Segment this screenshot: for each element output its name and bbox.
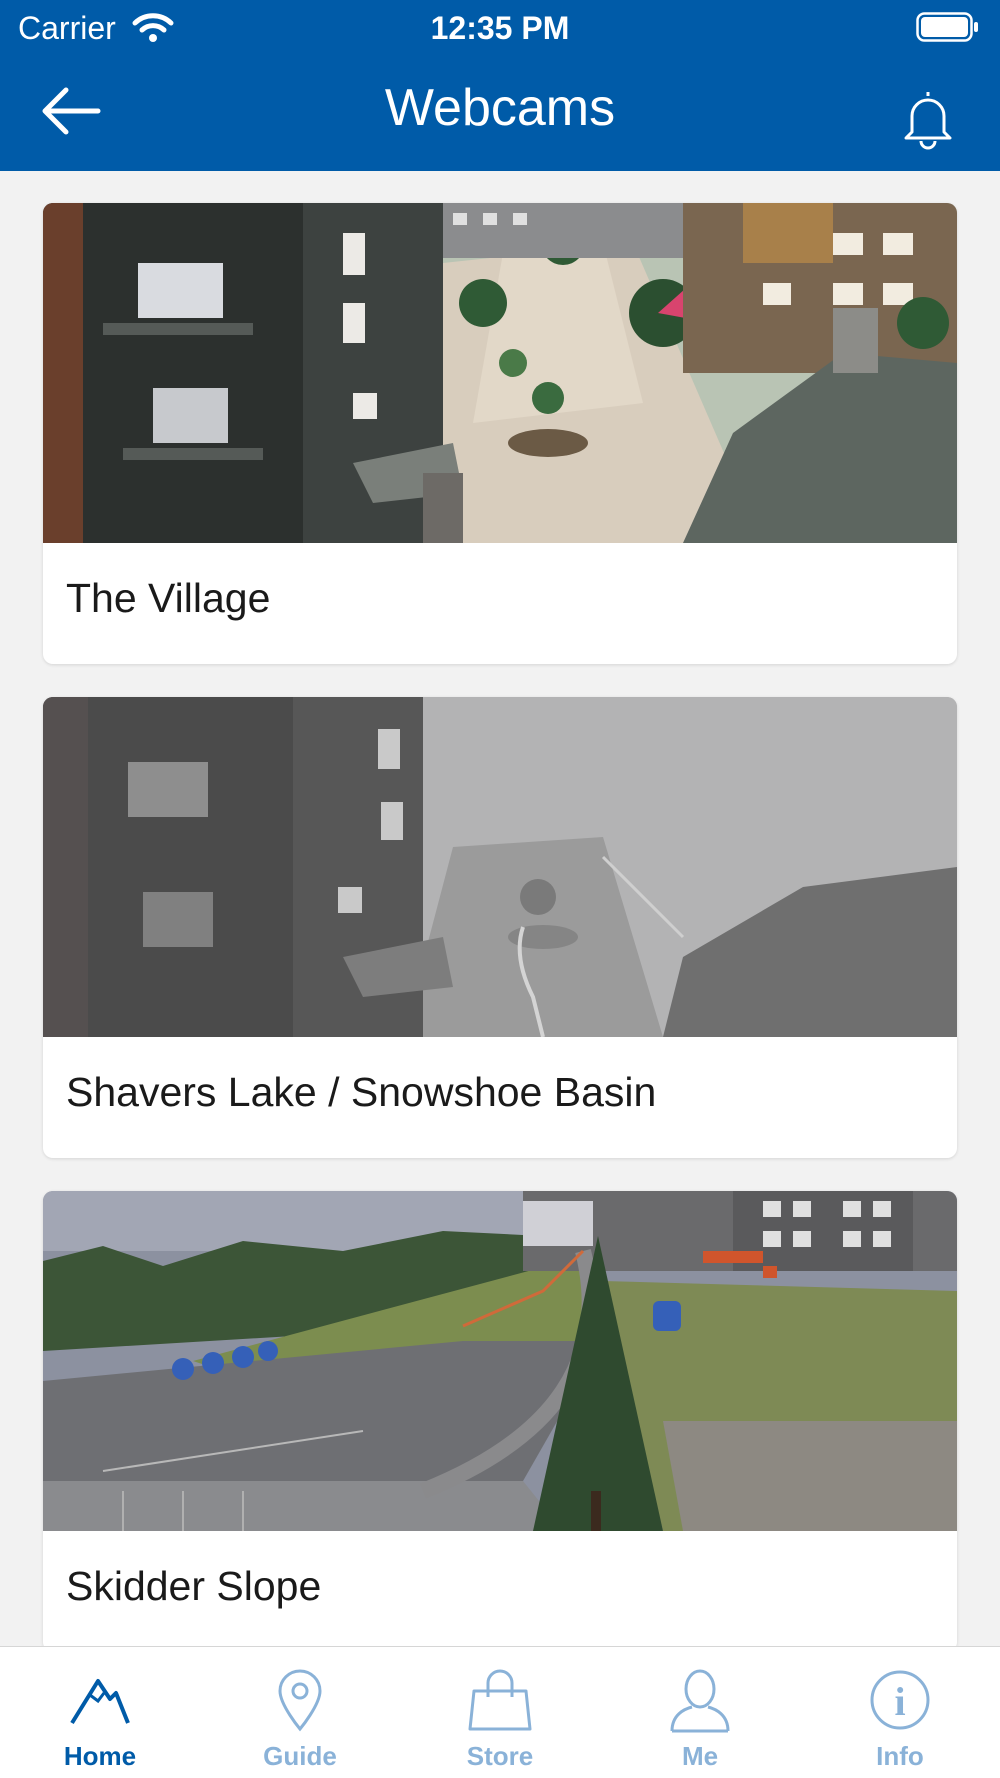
tab-me[interactable]: Me xyxy=(600,1647,800,1778)
webcam-image-village xyxy=(43,203,957,543)
webcam-image-shavers-lake xyxy=(43,697,957,1037)
webcam-card-shavers-lake[interactable]: Shavers Lake / Snowshoe Basin xyxy=(43,697,957,1158)
status-bar: Carrier 12:35 PM xyxy=(0,0,1000,56)
tab-info[interactable]: i Info xyxy=(800,1647,1000,1778)
map-pin-icon xyxy=(260,1667,340,1733)
tab-store[interactable]: Store xyxy=(400,1647,600,1778)
tab-guide-label: Guide xyxy=(263,1741,337,1771)
tab-store-label: Store xyxy=(466,1741,534,1771)
mountain-icon xyxy=(60,1667,140,1733)
status-time: 12:35 PM xyxy=(430,10,570,46)
tab-guide[interactable]: Guide xyxy=(200,1647,400,1778)
webcam-image-skidder-slope xyxy=(43,1191,957,1531)
bell-icon[interactable] xyxy=(900,88,956,155)
tab-home[interactable]: Home xyxy=(0,1647,200,1778)
tab-info-label: Info xyxy=(876,1741,924,1771)
tab-bar: Home Guide Store Me i Info xyxy=(0,1646,1000,1778)
tab-home-label: Home xyxy=(63,1741,137,1771)
webcam-card-skidder-slope[interactable]: Skidder Slope xyxy=(43,1191,957,1646)
person-icon xyxy=(660,1667,740,1733)
tab-me-label: Me xyxy=(681,1741,719,1771)
webcam-title-village: The Village xyxy=(66,575,271,621)
webcam-card-village[interactable]: The Village xyxy=(43,203,957,664)
webcam-title-skidder-slope: Skidder Slope xyxy=(66,1563,322,1609)
page-title: Webcams xyxy=(384,79,616,137)
shopping-bag-icon xyxy=(460,1667,540,1733)
nav-header: Carrier 12:35 PM Webcams xyxy=(0,0,1000,171)
battery-icon xyxy=(916,12,980,47)
webcam-title-shavers-lake: Shavers Lake / Snowshoe Basin xyxy=(66,1069,657,1115)
webcam-list[interactable]: The Village Shavers Lake / Snowshoe Basi… xyxy=(0,171,1000,1646)
info-icon: i xyxy=(860,1667,940,1733)
svg-text:i: i xyxy=(894,1679,905,1724)
